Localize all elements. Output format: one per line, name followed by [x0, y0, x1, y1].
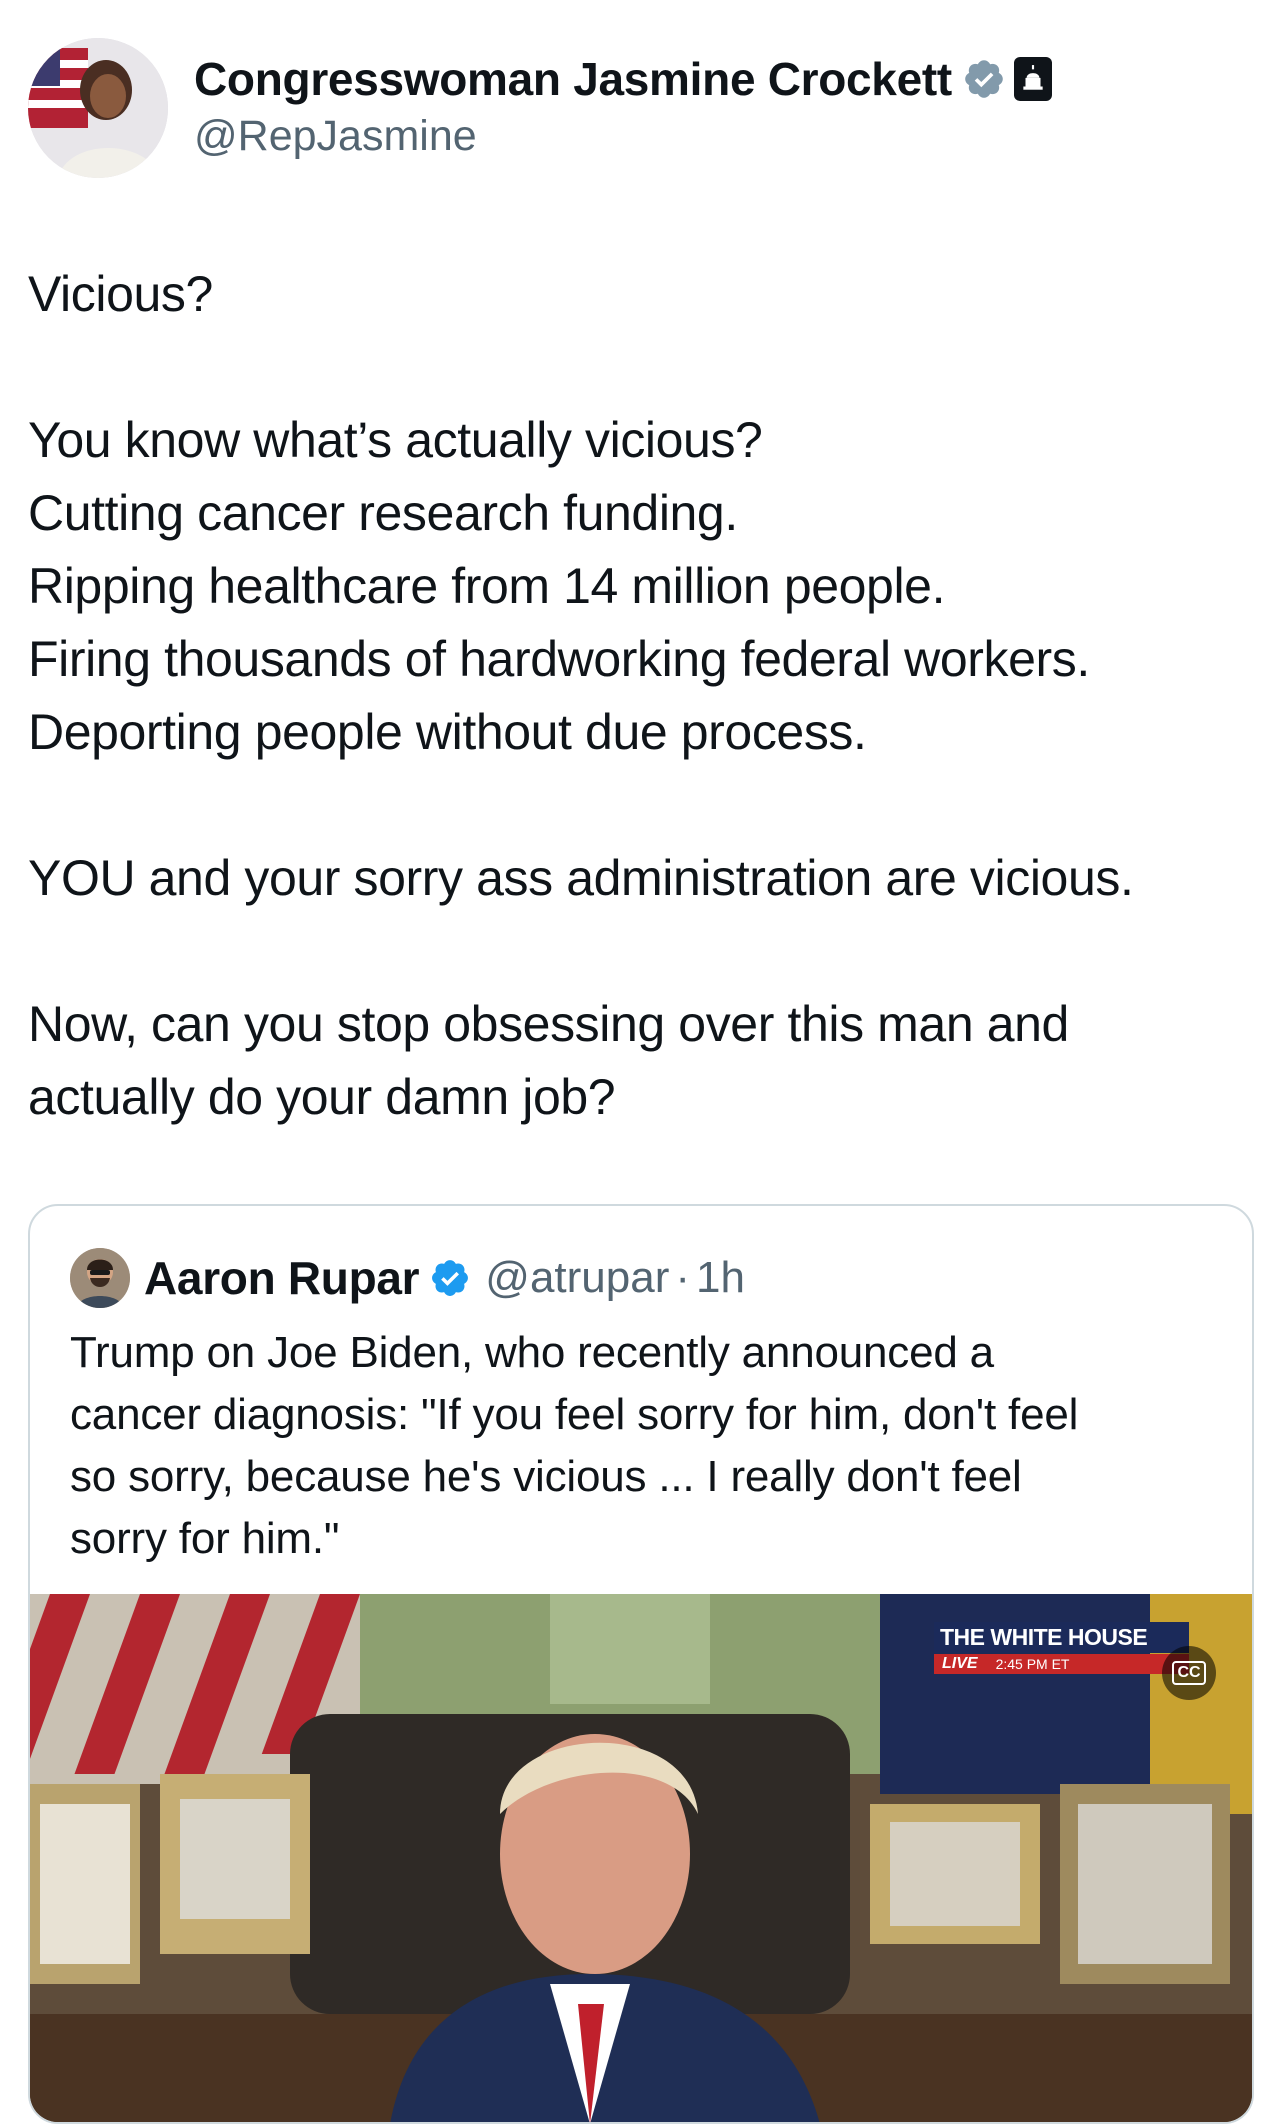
post-line: Ripping healthcare from 14 million peopl… [28, 558, 946, 614]
live-overlay-bar: LIVE 2:45 PM ET [934, 1654, 1189, 1674]
post-text: Vicious? You know what’s actually viciou… [28, 258, 1258, 1134]
post-line: Vicious? [28, 266, 213, 322]
quoted-post-header: Aaron Rupar @atrupar · 1h [70, 1248, 745, 1308]
author-avatar[interactable] [28, 38, 168, 178]
separator-dot: · [675, 1253, 691, 1302]
author-avatar-image [28, 38, 168, 178]
quoted-video[interactable]: THE WHITE HOUSE LIVE 2:45 PM ET CC [30, 1594, 1252, 2122]
post-line: You know what’s actually vicious? [28, 412, 763, 468]
quoted-post-text: Trump on Joe Biden, who recently announc… [70, 1322, 1220, 1570]
post-line-break [28, 769, 1258, 842]
live-overlay: THE WHITE HOUSE LIVE 2:45 PM ET [934, 1622, 1189, 1674]
live-label: LIVE [942, 1655, 978, 1672]
cc-icon: CC [1172, 1661, 1206, 1685]
post-line: Cutting cancer research funding. [28, 485, 738, 541]
quoted-line: Trump on Joe Biden, who recently announc… [70, 1328, 994, 1377]
post-line: YOU and your sorry ass administration ar… [28, 850, 1134, 906]
capitol-building-icon[interactable] [1013, 57, 1052, 101]
quoted-author-avatar[interactable] [70, 1248, 130, 1308]
post-line: actually do your damn job? [28, 1069, 616, 1125]
live-overlay-title: THE WHITE HOUSE [934, 1622, 1189, 1653]
quoted-line: cancer diagnosis: "If you feel sorry for… [70, 1390, 1079, 1439]
author-handle[interactable]: @RepJasmine [194, 112, 477, 161]
quoted-author-name[interactable]: Aaron Rupar [144, 1251, 420, 1305]
post-line-break [28, 915, 1258, 988]
author-display-name[interactable]: Congresswoman Jasmine Crockett [194, 52, 952, 106]
quoted-timestamp[interactable]: 1h [696, 1253, 745, 1303]
quoted-line: sorry for him." [70, 1514, 340, 1563]
quoted-author-handle[interactable]: @atrupar [485, 1253, 669, 1303]
post-line: Deporting people without due process. [28, 704, 867, 760]
post-line-break [28, 331, 1258, 404]
post-line: Now, can you stop obsessing over this ma… [28, 996, 1069, 1052]
live-time: 2:45 PM ET [995, 1656, 1070, 1672]
quoted-avatar-image [70, 1248, 130, 1308]
post-line: Firing thousands of hardworking federal … [28, 631, 1090, 687]
post-header: Congresswoman Jasmine Crockett @RepJasmi… [28, 38, 1258, 178]
quoted-post-card[interactable]: Aaron Rupar @atrupar · 1h Trump on Joe B… [28, 1204, 1254, 2124]
blue-verified-icon[interactable] [429, 1257, 471, 1299]
closed-captions-button[interactable]: CC [1162, 1646, 1216, 1700]
gray-verified-icon[interactable] [962, 57, 1006, 101]
quoted-line: so sorry, because he's vicious ... I rea… [70, 1452, 1022, 1501]
